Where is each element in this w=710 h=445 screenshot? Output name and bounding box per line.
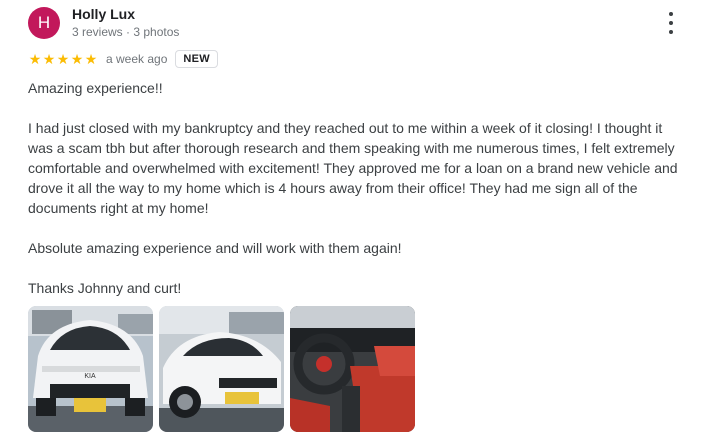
star-rating: ★ ★ ★ ★ ★ xyxy=(28,52,98,66)
new-badge: NEW xyxy=(175,50,218,68)
review-photo-car-interior[interactable] xyxy=(290,306,415,432)
reviewer-stats: 3 reviews · 3 photos xyxy=(72,25,180,39)
avatar[interactable]: H xyxy=(28,7,60,39)
review-photos: KIA xyxy=(28,306,415,432)
more-vert-icon[interactable] xyxy=(662,12,680,34)
review-paragraph: Absolute amazing experience and will wor… xyxy=(28,240,402,256)
svg-text:KIA: KIA xyxy=(84,373,96,380)
star-icon: ★ xyxy=(56,51,70,67)
rating-row: ★ ★ ★ ★ ★ a week ago NEW xyxy=(28,49,218,69)
review-time: a week ago xyxy=(106,52,168,66)
review-photo-car-front[interactable]: KIA xyxy=(28,306,153,432)
review-text: Amazing experience!! I had just closed w… xyxy=(28,78,688,318)
review-paragraph: Amazing experience!! xyxy=(28,80,163,96)
review-photo-car-side[interactable] xyxy=(159,306,284,432)
star-icon: ★ xyxy=(70,51,84,67)
reviewer-name[interactable]: Holly Lux xyxy=(72,6,135,22)
star-icon: ★ xyxy=(42,51,56,67)
star-icon: ★ xyxy=(28,51,42,67)
review-paragraph: I had just closed with my bankruptcy and… xyxy=(28,120,678,216)
star-icon: ★ xyxy=(84,51,98,67)
review-paragraph: Thanks Johnny and curt! xyxy=(28,280,182,296)
